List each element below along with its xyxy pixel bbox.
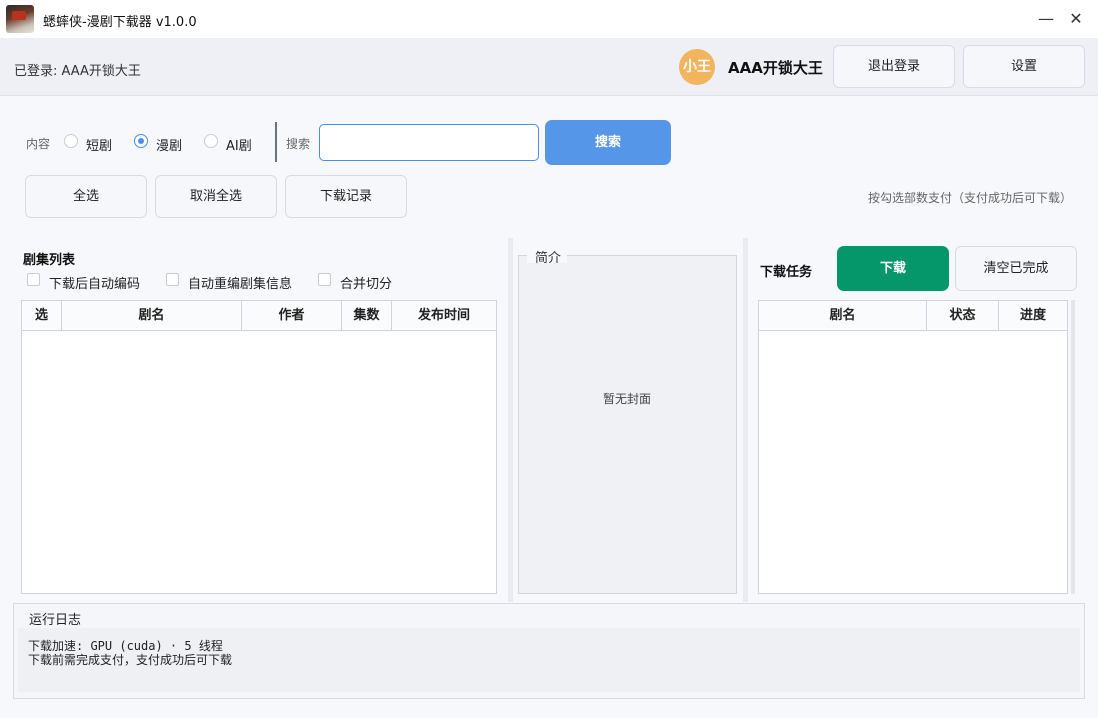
radio-ai-drama[interactable] xyxy=(204,134,218,148)
intro-panel xyxy=(518,255,737,594)
radio-ai-drama-label[interactable]: AI剧 xyxy=(226,135,252,154)
panel-divider[interactable] xyxy=(743,238,748,602)
login-status: 已登录: AAA开锁大王 xyxy=(14,64,141,79)
column-header-status[interactable]: 状态 xyxy=(927,301,999,330)
radio-short-drama-label[interactable]: 短剧 xyxy=(86,135,112,154)
download-table-scrollbar[interactable] xyxy=(1071,300,1075,594)
no-cover-placeholder: 暂无封面 xyxy=(603,392,652,406)
search-input[interactable] xyxy=(319,124,539,161)
radio-manhua-label[interactable]: 漫剧 xyxy=(156,135,182,154)
column-header-progress[interactable]: 进度 xyxy=(999,301,1067,330)
select-all-button[interactable]: 全选 xyxy=(25,175,147,218)
column-header-author[interactable]: 作者 xyxy=(242,301,342,330)
minimize-icon[interactable]: — xyxy=(1035,8,1057,30)
search-button[interactable]: 搜索 xyxy=(545,120,671,165)
column-header-select[interactable]: 选 xyxy=(22,301,62,330)
column-header-publish-time[interactable]: 发布时间 xyxy=(392,301,496,330)
column-header-episodes[interactable]: 集数 xyxy=(342,301,392,330)
intro-title: 简介 xyxy=(535,251,562,266)
download-table-header: 剧名 状态 进度 xyxy=(759,301,1067,331)
log-title: 运行日志 xyxy=(29,613,82,628)
auto-rename-checkbox[interactable] xyxy=(166,273,179,286)
auto-rename-label[interactable]: 自动重编剧集信息 xyxy=(188,273,292,292)
avatar: 小王 xyxy=(679,49,715,85)
radio-short-drama[interactable] xyxy=(64,134,78,148)
episode-list-title: 剧集列表 xyxy=(23,253,76,268)
download-history-button[interactable]: 下载记录 xyxy=(285,175,407,218)
app-logo-icon xyxy=(6,5,34,33)
download-button[interactable]: 下载 xyxy=(837,246,949,291)
username: AAA开锁大王 xyxy=(728,59,823,77)
logout-button[interactable]: 退出登录 xyxy=(833,45,955,88)
column-header-title[interactable]: 剧名 xyxy=(759,301,927,330)
clear-completed-button[interactable]: 清空已完成 xyxy=(955,246,1077,291)
close-icon[interactable]: ✕ xyxy=(1065,8,1087,30)
download-task-table[interactable]: 剧名 状态 进度 xyxy=(758,300,1068,594)
auto-encode-checkbox[interactable] xyxy=(27,273,40,286)
panel-divider[interactable] xyxy=(508,238,513,602)
deselect-all-button[interactable]: 取消全选 xyxy=(155,175,277,218)
window-title: 蟋蟀侠-漫剧下载器 v1.0.0 xyxy=(43,15,197,30)
radio-manhua[interactable] xyxy=(134,134,148,148)
episode-table[interactable]: 选 剧名 作者 集数 发布时间 xyxy=(21,300,497,594)
content-type-label: 内容 xyxy=(26,137,51,151)
merge-split-label[interactable]: 合并切分 xyxy=(340,273,392,292)
payment-hint: 按勾选部数支付（支付成功后可下载） xyxy=(868,191,1073,205)
auto-encode-label[interactable]: 下载后自动编码 xyxy=(49,273,140,292)
search-label: 搜索 xyxy=(286,137,311,151)
log-line: 下载前需完成支付，支付成功后可下载 xyxy=(28,653,233,667)
download-tasks-title: 下载任务 xyxy=(760,265,813,280)
filter-divider xyxy=(275,122,277,162)
episode-table-header: 选 剧名 作者 集数 发布时间 xyxy=(22,301,496,331)
merge-split-checkbox[interactable] xyxy=(318,273,331,286)
settings-button[interactable]: 设置 xyxy=(963,45,1085,88)
column-header-title[interactable]: 剧名 xyxy=(62,301,242,330)
